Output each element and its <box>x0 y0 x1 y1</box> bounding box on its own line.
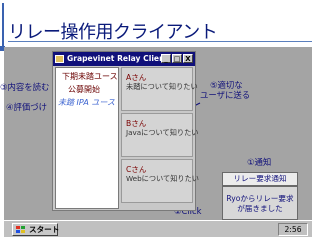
title-underline <box>8 41 312 42</box>
user-card-a[interactable]: Aさん 未踏について知りたい <box>121 67 198 111</box>
notification-header[interactable]: リレー要求通知 <box>222 172 298 186</box>
notification-body[interactable]: Ryoからリレー要求 が届きました <box>222 186 298 220</box>
windows-logo-icon <box>16 226 26 237</box>
app-icon <box>55 55 64 63</box>
maximize-button[interactable]: □ <box>172 54 182 63</box>
start-button[interactable]: スタート <box>12 223 60 237</box>
list-item[interactable]: 未踏 IPA ユース <box>58 97 115 108</box>
minimize-button[interactable]: _ <box>161 54 171 63</box>
close-button[interactable]: X <box>183 54 193 63</box>
list-item[interactable]: 下期未踏ユース <box>62 71 118 82</box>
list-item[interactable]: 公募開始 <box>68 84 100 95</box>
user-topic: Javaについて知りたい <box>126 128 199 137</box>
start-label: スタート <box>29 225 60 234</box>
user-card-c[interactable]: Cさん Webについて知りたい <box>121 159 199 203</box>
relay-client-window: Grapevinet Relay Client _ □ X 下期未踏ユース 公募… <box>52 51 199 211</box>
window-title: Grapevinet Relay Client <box>67 54 169 63</box>
message-list: 下期未踏ユース 公募開始 未踏 IPA ユース <box>55 67 119 209</box>
taskbar-clock: 2:56 <box>278 223 308 236</box>
taskbar: スタート 2:56 <box>4 220 312 237</box>
user-topic: 未踏について知りたい <box>126 82 198 91</box>
user-card-b[interactable]: Bさん Javaについて知りたい <box>121 113 198 157</box>
slide-accent-bar <box>2 3 4 47</box>
notification-line2: が届きました <box>237 204 283 213</box>
user-topic: Webについて知りたい <box>126 174 199 183</box>
